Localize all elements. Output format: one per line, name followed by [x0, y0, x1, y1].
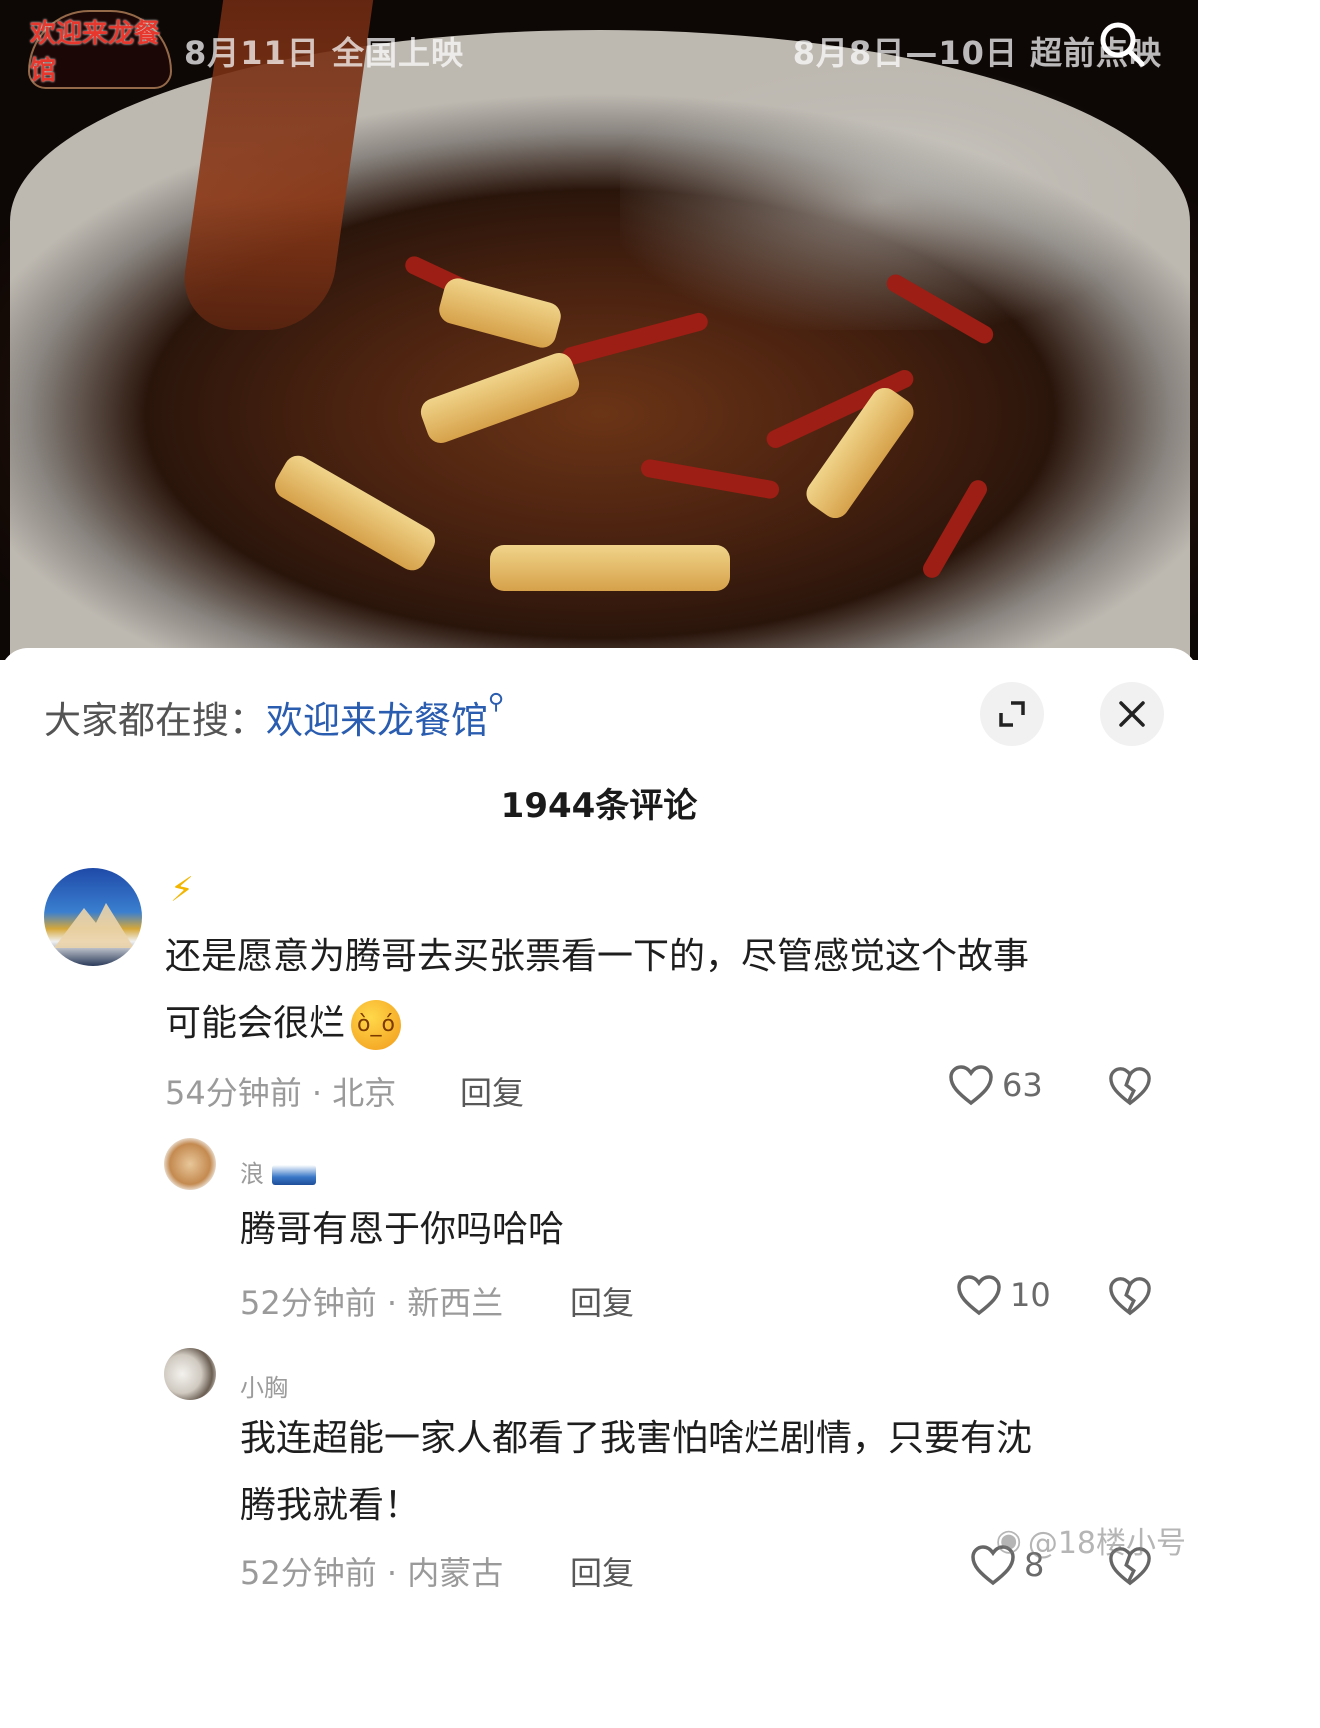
weibo-icon: ◉ [995, 1522, 1022, 1558]
dislike-icon[interactable] [1108, 1064, 1152, 1108]
expand-button[interactable] [980, 682, 1044, 746]
frowning-emoji-icon: ò_ó [351, 1000, 402, 1050]
reply-button[interactable]: 回复 [570, 1278, 634, 1324]
comment-sheet: 大家都在搜：欢迎来龙餐馆⚲ 1944条评论 ⚡ 还是愿意为腾哥去买张票看一下的，… [0, 648, 1198, 1592]
like-button[interactable]: 63 [948, 1064, 1043, 1106]
movie-logo: 欢迎来龙餐馆 [28, 10, 172, 89]
search-icon[interactable] [1096, 18, 1148, 70]
heart-icon [949, 1065, 993, 1106]
comment-topbar: 大家都在搜：欢迎来龙餐馆⚲ [0, 648, 1198, 778]
username[interactable]: 小胸 [240, 1368, 288, 1403]
avatar[interactable] [44, 868, 142, 966]
comment-meta: 52分钟前 · 内蒙古 [240, 1554, 504, 1592]
video-player[interactable]: 欢迎来龙餐馆 8月11日 全国上映 8月8日—10日 超前点映 [0, 0, 1198, 660]
avatar[interactable] [164, 1138, 216, 1190]
like-count: 10 [1010, 1276, 1051, 1314]
heart-icon [957, 1275, 1001, 1316]
wave-icon [271, 1165, 316, 1185]
reply-button[interactable]: 回复 [460, 1068, 524, 1114]
trending-search-label: 大家都在搜： [44, 699, 266, 742]
watermark: ◉ @18楼小号 [995, 1522, 1186, 1562]
comment-meta: 52分钟前 · 新西兰 [240, 1284, 504, 1322]
lightning-icon: ⚡ [170, 870, 194, 910]
username[interactable]: ⚡ [170, 870, 194, 910]
like-count: 63 [1002, 1066, 1043, 1104]
avatar[interactable] [164, 1348, 216, 1400]
close-button[interactable] [1100, 682, 1164, 746]
comment-meta: 54分钟前 · 北京 [165, 1074, 397, 1112]
comment-text: 还是愿意为腾哥去买张票看一下的，尽管感觉这个故事 可能会很烂 ò_ó [165, 923, 1155, 1057]
expand-icon [999, 701, 1025, 727]
comment-text: 腾哥有恩于你吗哈哈 [240, 1209, 565, 1250]
like-button[interactable]: 10 [956, 1274, 1051, 1316]
release-date-text: 8月11日 全国上映 [184, 34, 464, 72]
username[interactable]: 浪 [240, 1154, 316, 1189]
trending-search[interactable]: 大家都在搜：欢迎来龙餐馆⚲ [44, 690, 504, 744]
reply-button[interactable]: 回复 [570, 1548, 634, 1594]
comment-count: 1944条评论 [500, 786, 698, 826]
dislike-icon[interactable] [1108, 1274, 1152, 1318]
close-icon [1119, 701, 1145, 727]
magnifier-icon: ⚲ [488, 690, 505, 715]
trending-search-term[interactable]: 欢迎来龙餐馆 [266, 699, 488, 742]
